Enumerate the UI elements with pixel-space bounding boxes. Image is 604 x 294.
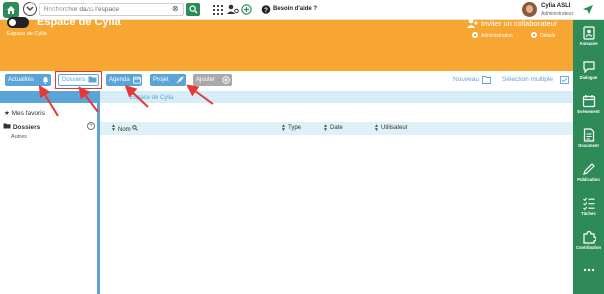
- calendar-icon: [133, 76, 141, 84]
- more-icon: [583, 268, 594, 272]
- sidebar-item-taches[interactable]: Tâches: [573, 192, 604, 226]
- tab-projet[interactable]: Projet: [150, 74, 186, 86]
- favorites-label: Mes favoris: [11, 110, 45, 117]
- sidebar-item-label: Annuaire: [579, 41, 598, 46]
- sidebar-item-label: Dialogue: [579, 75, 598, 80]
- sidebar-item-contribution[interactable]: Contribution: [573, 226, 604, 260]
- sidebar-item-label: Tâches: [581, 211, 596, 216]
- search-button[interactable]: [186, 3, 200, 16]
- folders-panel-header: [0, 91, 98, 103]
- svg-text:?: ?: [264, 7, 268, 14]
- add-folder-button[interactable]: +: [87, 122, 95, 130]
- column-header-type[interactable]: Type: [288, 125, 301, 131]
- sidebar-more-button[interactable]: [573, 260, 604, 294]
- sidebar-item-label: Document: [578, 143, 599, 148]
- column-label: Nom: [118, 127, 131, 133]
- search-icon: [189, 5, 198, 14]
- page-subtitle: Espace de Cylia: [7, 31, 47, 37]
- user-name: Cylia ASLI: [541, 3, 571, 9]
- sort-icon[interactable]: ▲ ▼: [374, 124, 379, 133]
- puzzle-icon: [582, 230, 596, 244]
- home-icon[interactable]: [3, 2, 19, 18]
- search-icon[interactable]: [132, 125, 139, 131]
- new-button[interactable]: Nouveau: [453, 76, 479, 83]
- plus-circle-icon: [222, 76, 230, 84]
- tab-ajouter[interactable]: Ajouter: [193, 74, 232, 86]
- avatar[interactable]: [522, 2, 537, 17]
- sidebar-item-evenement[interactable]: Evénement: [573, 90, 604, 124]
- sidebar-item-label: Publication: [577, 177, 600, 182]
- admin-option-label[interactable]: Administration: [481, 33, 513, 39]
- tab-actualites[interactable]: Actualités: [5, 74, 51, 86]
- pen-icon: [582, 163, 595, 175]
- close-icon[interactable]: ×: [86, 2, 94, 10]
- sidebar-item-label: Evénement: [577, 109, 600, 114]
- calendar-icon: [582, 95, 595, 108]
- invite-collaborator-button[interactable]: Inviter un collaborateur: [481, 19, 557, 28]
- tab-label: Actualités: [8, 77, 35, 83]
- checklist-icon: [582, 197, 594, 210]
- page-title: Espace de Cylia: [37, 16, 121, 28]
- sidebar-item-dialogue[interactable]: Dialogue: [573, 56, 604, 90]
- chat-icon: [582, 61, 595, 74]
- details-option-label[interactable]: Détails: [540, 33, 555, 39]
- folder-tree-item-autres[interactable]: Autres: [11, 134, 27, 140]
- new-folder-icon[interactable]: [482, 76, 491, 84]
- rocket-icon: [176, 76, 184, 84]
- toggle-switch[interactable]: [7, 17, 29, 28]
- folder-icon: [3, 123, 11, 129]
- clear-search-icon[interactable]: ⊗: [172, 4, 179, 14]
- right-sidebar: Annuaire Dialogue Evénement Document Pub…: [573, 20, 604, 294]
- admin-option-icon[interactable]: [472, 32, 478, 38]
- folder-root-label: Dossiers: [12, 124, 41, 131]
- column-header-utilisateur[interactable]: Utilisateur: [381, 125, 408, 131]
- folder-tree-root[interactable]: Dossiers: [3, 123, 40, 131]
- sidebar-item-document[interactable]: Document: [573, 124, 604, 158]
- sidebar-item-label: Contribution: [575, 245, 602, 250]
- add-icon[interactable]: [241, 4, 252, 15]
- details-option-icon[interactable]: [531, 32, 537, 38]
- folders-panel: [0, 103, 98, 294]
- column-header-date[interactable]: Date: [330, 125, 343, 131]
- folders-panel-title: Dossiers: [30, 3, 54, 9]
- contacts-icon: [582, 26, 595, 40]
- multi-select-icon[interactable]: [560, 76, 569, 84]
- sidebar-item-annuaire[interactable]: Annuaire: [573, 22, 604, 56]
- sidebar-item-publication[interactable]: Publication: [573, 158, 604, 192]
- sort-icon[interactable]: ▲ ▼: [111, 124, 116, 133]
- send-icon[interactable]: [582, 4, 594, 15]
- sort-icon[interactable]: ▲ ▼: [281, 124, 286, 133]
- tab-label: Projet: [153, 77, 169, 83]
- multi-select-button[interactable]: Sélection multiple: [502, 76, 553, 83]
- user-settings-icon[interactable]: [227, 4, 239, 15]
- sort-icon[interactable]: ▲ ▼: [323, 124, 328, 133]
- tab-label: Agenda: [109, 77, 130, 83]
- column-header-nom[interactable]: Nom: [118, 125, 139, 133]
- document-icon: [583, 128, 594, 142]
- tab-agenda[interactable]: Agenda: [106, 74, 142, 86]
- help-link[interactable]: Besoin d'aide ?: [273, 6, 317, 12]
- main-breadcrumb[interactable]: Espace de Cylia: [130, 95, 173, 101]
- favorites-link[interactable]: ★ Mes favoris: [4, 109, 45, 117]
- grid-icon[interactable]: [212, 4, 224, 15]
- dossiers-highlight: [55, 71, 102, 89]
- add-user-icon[interactable]: [467, 18, 478, 29]
- user-role: Administrateur: [541, 11, 574, 17]
- help-icon[interactable]: ?: [261, 4, 271, 15]
- tab-label: Ajouter: [196, 77, 216, 83]
- bell-icon: [43, 77, 48, 84]
